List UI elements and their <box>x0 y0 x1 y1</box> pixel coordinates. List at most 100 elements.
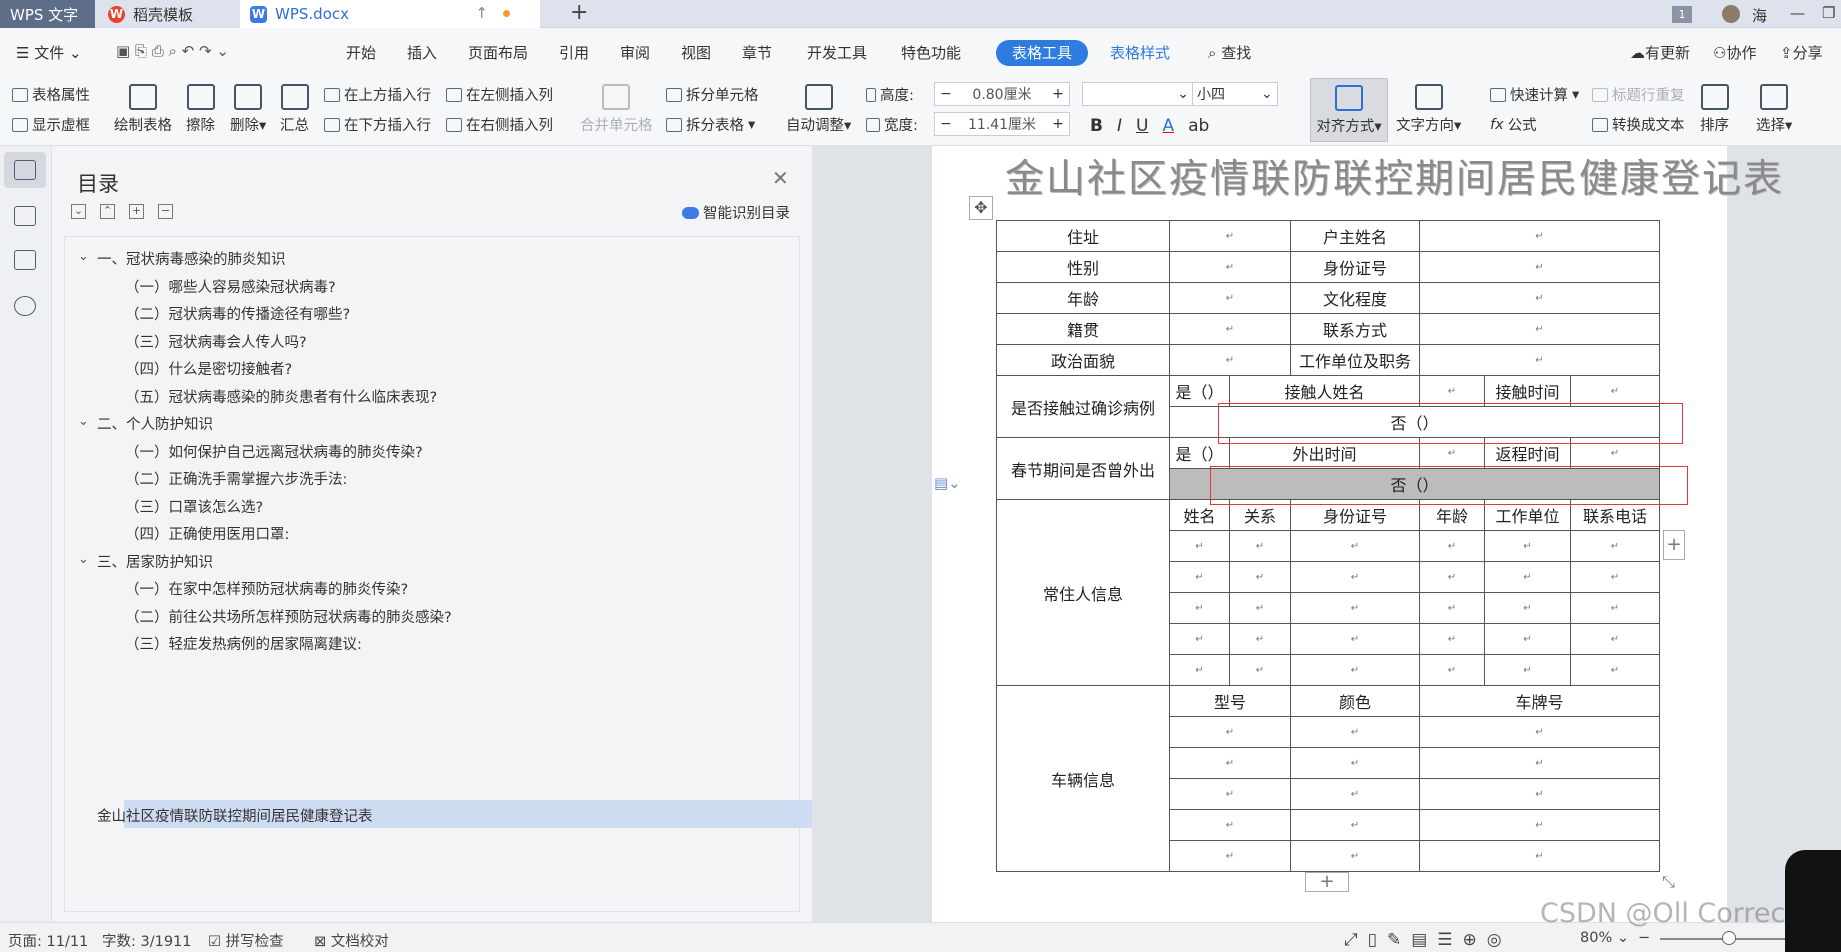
spell-check-button[interactable]: ☑ 拼写检查 <box>208 930 284 951</box>
cell-input[interactable]: ↵ <box>1419 747 1660 779</box>
cell-input[interactable]: ↵ <box>1570 623 1660 655</box>
cell-input[interactable]: ↵ <box>1290 747 1420 779</box>
cell-input[interactable]: ↵ <box>1419 251 1660 283</box>
restore-icon[interactable]: ❐ <box>1822 4 1835 22</box>
bookmark-icon[interactable] <box>14 250 36 270</box>
width-stepper[interactable]: −11.41厘米 + <box>934 112 1070 136</box>
menu-reference[interactable]: 引用 <box>559 42 589 63</box>
search-button[interactable]: ⌕ 查找 <box>1208 42 1251 63</box>
cell-input[interactable]: ↵ <box>1484 654 1571 686</box>
cell-input[interactable]: ↵ <box>1169 747 1291 779</box>
table-move-handle[interactable]: ✥ <box>969 196 993 220</box>
insert-row-below-button[interactable]: 在下方插入行 <box>324 114 431 135</box>
cell-input[interactable]: ↵ <box>1484 561 1571 593</box>
cell-input[interactable]: ↵ <box>1290 530 1420 562</box>
cell-input[interactable]: ↵ <box>1419 716 1660 748</box>
tab-table-style[interactable]: 表格样式 <box>1110 42 1170 63</box>
cell-input[interactable]: ↵ <box>1169 251 1291 283</box>
toc-item[interactable]: （二）正确洗手需掌握六步洗手法: <box>125 468 347 489</box>
cell-input[interactable]: ↵ <box>1169 561 1230 593</box>
cell-input[interactable]: ↵ <box>1290 716 1420 748</box>
menu-start[interactable]: 开始 <box>346 42 376 63</box>
cell-input[interactable]: ↵ <box>1419 375 1485 407</box>
cell-input[interactable]: ↵ <box>1290 592 1420 624</box>
cell-input[interactable]: ↵ <box>1169 344 1291 376</box>
autofit-button[interactable]: 自动调整▾ <box>786 84 851 135</box>
notification-badge[interactable]: 1 <box>1672 6 1692 23</box>
add-item-icon[interactable]: + <box>129 204 144 219</box>
toc-item[interactable]: （三）轻症发热病例的居家隔离建议: <box>125 633 362 654</box>
cell-input[interactable]: ↵ <box>1419 313 1660 345</box>
repeat-header-button[interactable]: 标题行重复 <box>1592 84 1685 105</box>
expand-icon[interactable]: ⌄ <box>78 249 89 264</box>
menu-layout[interactable]: 页面布局 <box>468 42 528 63</box>
cell-input[interactable]: ↵ <box>1169 716 1291 748</box>
tab-document[interactable]: W WPS.docx ↑ <box>240 0 540 28</box>
menu-insert[interactable]: 插入 <box>407 42 437 63</box>
cell-input[interactable]: ↵ <box>1290 561 1420 593</box>
cell-input[interactable]: ↵ <box>1419 344 1660 376</box>
toc-item[interactable]: （一）在家中怎样预防冠状病毒的肺炎传染? <box>125 578 408 599</box>
menu-features[interactable]: 特色功能 <box>901 42 961 63</box>
height-value[interactable]: 0.80厘米 <box>957 84 1047 104</box>
quick-calc-button[interactable]: 快速计算 ▾ <box>1490 84 1579 105</box>
update-button[interactable]: ☁有更新 <box>1630 42 1690 63</box>
collab-button[interactable]: ⚇协作 <box>1713 42 1756 63</box>
show-grid-button[interactable]: 显示虚框 <box>12 114 90 135</box>
new-tab-button[interactable]: + <box>570 0 588 25</box>
cell-input[interactable]: ↵ <box>1419 809 1660 841</box>
increment-button[interactable]: + <box>1047 86 1069 102</box>
draw-table-button[interactable]: 绘制表格 <box>114 84 172 135</box>
minimize-icon[interactable]: — <box>1790 4 1805 22</box>
width-value[interactable]: 11.41厘米 <box>957 114 1047 134</box>
menu-chapter[interactable]: 章节 <box>742 42 772 63</box>
cell-input[interactable]: ↵ <box>1169 778 1291 810</box>
cell-input[interactable]: ↵ <box>1290 623 1420 655</box>
font-size-select[interactable]: 小四 ⌄ <box>1192 82 1278 106</box>
formula-button[interactable]: fx 公式 <box>1490 114 1537 135</box>
cell-input[interactable]: ↵ <box>1419 654 1485 686</box>
insert-col-right-button[interactable]: 在右侧插入列 <box>446 114 553 135</box>
document-title[interactable]: 金山社区疫情联防联控期间居民健康登记表 <box>1005 148 1784 204</box>
paste-options-icon[interactable]: ▤⌄ <box>934 474 961 492</box>
cell-input[interactable]: ↵ <box>1484 592 1571 624</box>
increment-button[interactable]: + <box>1047 116 1069 132</box>
table-props-button[interactable]: 表格属性 <box>12 84 90 105</box>
insert-col-left-button[interactable]: 在左侧插入列 <box>446 84 553 105</box>
toc-item[interactable]: （一）哪些人容易感染冠状病毒? <box>125 276 336 297</box>
decrement-button[interactable]: − <box>935 116 957 132</box>
expand-icon[interactable]: ⌄ <box>78 552 89 567</box>
tab-table-tools[interactable]: 表格工具 <box>996 40 1088 66</box>
cell-input[interactable]: ↵ <box>1169 592 1230 624</box>
cell-input[interactable]: ↵ <box>1229 623 1291 655</box>
cell-input[interactable]: ↵ <box>1229 592 1291 624</box>
font-color-button[interactable]: A <box>1162 116 1174 136</box>
find-icon[interactable] <box>14 296 36 316</box>
toc-section[interactable]: 一、冠状病毒感染的肺炎知识 <box>97 248 286 269</box>
toc-item[interactable]: （一）如何保护自己远离冠状病毒的肺炎传染? <box>125 441 423 462</box>
cell-input[interactable]: ↵ <box>1484 530 1571 562</box>
expand-icon[interactable]: ⌄ <box>78 414 89 429</box>
cell-input[interactable]: ↵ <box>1419 592 1485 624</box>
cell-input[interactable]: ↵ <box>1570 530 1660 562</box>
erase-button[interactable]: 擦除 <box>186 84 215 135</box>
toc-item[interactable]: （三）口罩该怎么选? <box>125 496 263 517</box>
remove-item-icon[interactable]: − <box>158 204 173 219</box>
cell-input[interactable]: ↵ <box>1169 809 1291 841</box>
cell-input[interactable]: ↵ <box>1169 840 1291 872</box>
cell-input[interactable]: ↵ <box>1419 840 1660 872</box>
toc-list-icon[interactable] <box>14 160 36 180</box>
proofread-button[interactable]: ⊠ 文档校对 <box>314 930 389 951</box>
cell-input[interactable]: ↵ <box>1229 530 1291 562</box>
select-button[interactable]: 选择▾ <box>1756 84 1792 135</box>
cell-input[interactable]: ↵ <box>1169 220 1291 252</box>
add-row-button[interactable]: + <box>1305 872 1349 892</box>
cell-input[interactable]: ↵ <box>1169 654 1230 686</box>
page-icon[interactable] <box>14 206 36 226</box>
resize-handle-icon[interactable]: ⤡ <box>1662 872 1675 892</box>
cell-input[interactable]: ↵ <box>1419 778 1660 810</box>
cell-input[interactable]: ↵ <box>1229 561 1291 593</box>
cell-input[interactable]: ↵ <box>1484 623 1571 655</box>
cell-yes[interactable]: 是（） <box>1169 375 1230 407</box>
toc-section[interactable]: 二、个人防护知识 <box>97 413 213 434</box>
